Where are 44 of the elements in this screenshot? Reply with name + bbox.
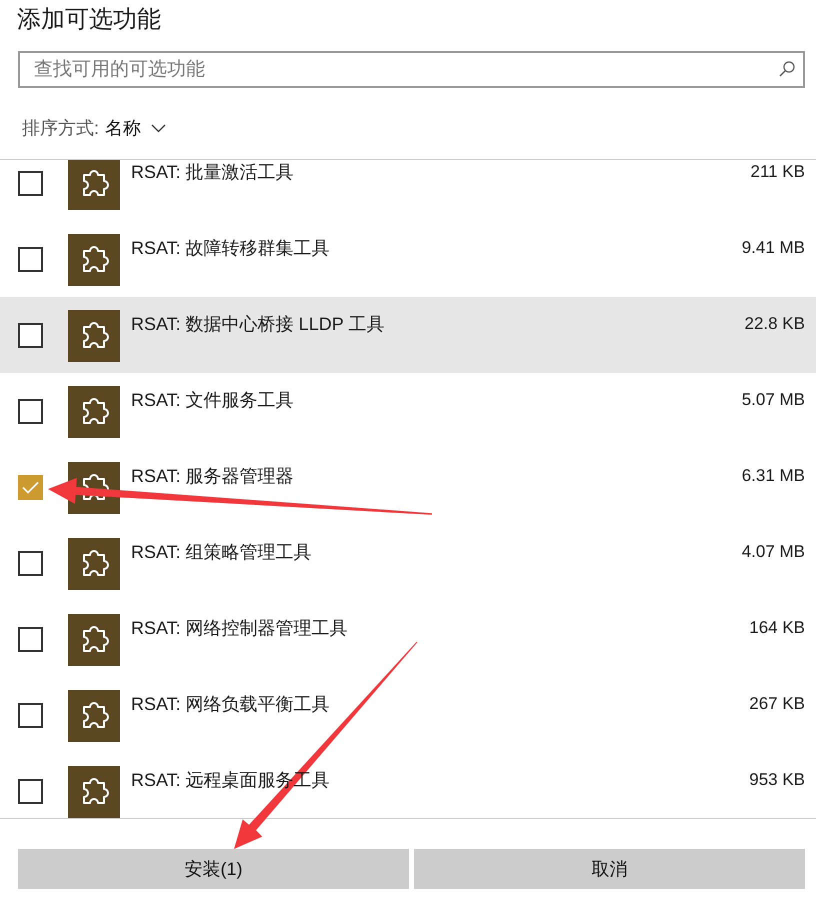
- feature-name: RSAT: 批量激活工具: [131, 161, 294, 184]
- search-field[interactable]: 查找可用的可选功能: [18, 51, 805, 88]
- checkbox[interactable]: [18, 779, 43, 804]
- feature-row[interactable]: RSAT: 数据中心桥接 LLDP 工具 22.8 KB: [0, 297, 816, 373]
- puzzle-piece-icon: [68, 160, 120, 210]
- checkbox[interactable]: [18, 323, 43, 348]
- install-button[interactable]: 安装(1): [18, 849, 409, 889]
- sort-dropdown[interactable]: 名称: [105, 115, 166, 142]
- feature-size: 211 KB: [750, 161, 805, 183]
- checkbox[interactable]: [18, 171, 43, 196]
- feature-size: 6.31 MB: [742, 465, 805, 487]
- feature-size: 5.07 MB: [742, 389, 805, 411]
- feature-name: RSAT: 网络控制器管理工具: [131, 617, 348, 640]
- feature-name: RSAT: 文件服务工具: [131, 389, 294, 412]
- feature-size: 22.8 KB: [744, 313, 805, 335]
- puzzle-piece-icon: [68, 310, 120, 362]
- checkbox[interactable]: [18, 399, 43, 424]
- puzzle-piece-icon: [68, 766, 120, 818]
- feature-name: RSAT: 网络负载平衡工具: [131, 693, 330, 716]
- checkbox[interactable]: [18, 703, 43, 728]
- search-icon[interactable]: [779, 61, 795, 77]
- feature-size: 267 KB: [749, 693, 805, 715]
- feature-size: 9.41 MB: [742, 237, 805, 259]
- puzzle-piece-icon: [68, 614, 120, 666]
- checkbox[interactable]: [18, 247, 43, 272]
- feature-size: 4.07 MB: [742, 541, 805, 563]
- checkmark-icon: [22, 481, 39, 494]
- cancel-button[interactable]: 取消: [414, 849, 805, 889]
- sort-label: 排序方式:: [22, 117, 100, 140]
- feature-size: 953 KB: [749, 769, 805, 791]
- checkbox[interactable]: [18, 627, 43, 652]
- checkbox[interactable]: [18, 475, 43, 500]
- puzzle-piece-icon: [68, 690, 120, 742]
- feature-size: 164 KB: [749, 617, 805, 639]
- puzzle-piece-icon: [68, 386, 120, 438]
- feature-name: RSAT: 组策略管理工具: [131, 541, 312, 564]
- feature-name: RSAT: 服务器管理器: [131, 465, 294, 488]
- feature-name: RSAT: 故障转移群集工具: [131, 237, 330, 260]
- checkbox[interactable]: [18, 551, 43, 576]
- dialog-title: 添加可选功能: [17, 5, 161, 35]
- puzzle-piece-icon: [68, 538, 120, 590]
- feature-name: RSAT: 数据中心桥接 LLDP 工具: [131, 313, 384, 336]
- chevron-down-icon: [151, 124, 166, 133]
- puzzle-piece-icon: [68, 234, 120, 286]
